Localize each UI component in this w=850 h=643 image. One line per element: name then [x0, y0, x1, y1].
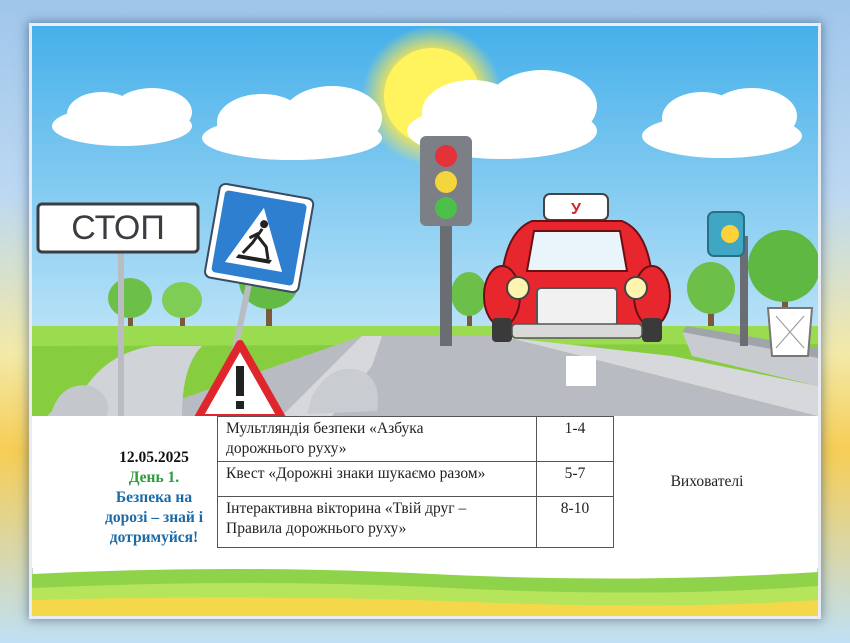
activity-text: Правила дорожнього руху»: [226, 520, 407, 537]
activity-cell: Інтерактивна вікторина «Твій друг – Прав…: [217, 496, 537, 548]
activity-text: Квест «Дорожні знаки шукаємо разом»: [226, 465, 486, 482]
table-row: Мультляндія безпеки «Азбука дорожнього р…: [217, 416, 800, 548]
activity-text: Мультляндія безпеки «Азбука: [226, 420, 424, 437]
activity-text: Інтерактивна вікторина «Твій друг –: [226, 500, 467, 517]
age-cell: 1-4: [536, 416, 614, 462]
grass-strip-decoration: [32, 569, 818, 616]
schedule-section: 12.05.2025 День 1. Безпека на дорозі – з…: [32, 416, 818, 568]
activity-cell: Квест «Дорожні знаки шукаємо разом»: [217, 461, 537, 497]
schedule-table: Мультляндія безпеки «Азбука дорожнього р…: [217, 416, 800, 548]
age-cell: 5-7: [536, 461, 614, 497]
road-scene-illustration: СТОП У: [32, 26, 818, 416]
trash-bin-icon: [766, 307, 814, 357]
car-badge: У: [571, 201, 582, 218]
slide-frame: СТОП У 12.05.2025 День 1. Безпека на дор…: [32, 26, 818, 616]
responsible-cell: Вихователі: [613, 416, 800, 548]
age-cell: 8-10: [536, 496, 614, 548]
activity-cell: Мультляндія безпеки «Азбука дорожнього р…: [217, 416, 537, 462]
stop-sign-label: СТОП: [71, 209, 165, 247]
activity-text: дорожнього руху»: [226, 440, 347, 457]
